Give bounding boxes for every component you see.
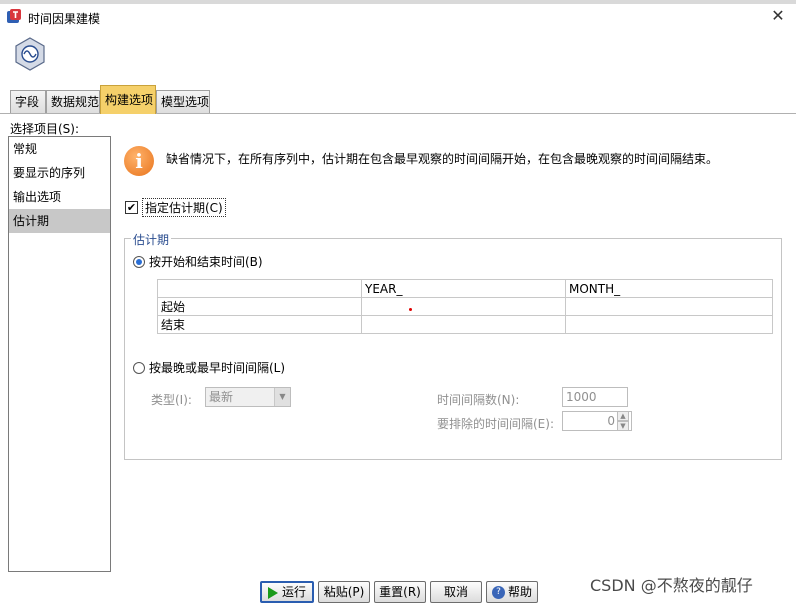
tab-build-options[interactable]: 构建选项: [100, 85, 156, 114]
tab-model-options[interactable]: 模型选项: [156, 90, 210, 113]
spin-up-icon[interactable]: ▲: [617, 411, 629, 421]
dialog-content: 选择项目(S): 常规 要显示的序列 输出选项 估计期 i 缺省情况下，在所有序…: [0, 113, 796, 608]
group-title: 估计期: [131, 231, 172, 248]
spin-down-icon[interactable]: ▼: [617, 421, 629, 431]
table-header-cell: MONTH_: [565, 279, 773, 298]
interval-radio[interactable]: [133, 361, 145, 374]
select-item-label: 选择项目(S):: [10, 122, 80, 136]
list-item-estimation-period[interactable]: 估计期: [9, 209, 110, 233]
paste-button[interactable]: 粘贴(P): [318, 581, 370, 603]
watermark: CSDN @不熬夜的靓仔: [590, 576, 753, 595]
type-select-value: 最新: [209, 390, 234, 404]
tab-fields[interactable]: 字段: [10, 90, 46, 113]
tab-data-spec[interactable]: 数据规范: [46, 90, 100, 113]
help-icon: ?: [491, 586, 505, 599]
info-text: 缺省情况下，在所有序列中，估计期在包含最早观察的时间间隔开始，在包含最晚观察的时…: [166, 152, 719, 166]
specify-period-row[interactable]: ✔ 指定估计期(C): [125, 198, 226, 217]
window-title: 时间因果建模: [28, 12, 101, 26]
table-row: 起始: [157, 297, 773, 316]
reset-button[interactable]: 重置(R): [374, 581, 426, 603]
table-row: 结束: [157, 315, 773, 334]
type-label: 类型(I):: [151, 393, 192, 407]
list-item-output[interactable]: 输出选项: [9, 185, 110, 209]
table-header-row: YEAR_ MONTH_: [157, 279, 773, 298]
list-item-general[interactable]: 常规: [9, 137, 110, 161]
play-icon: [267, 586, 278, 599]
type-select[interactable]: 最新 ▼: [205, 387, 291, 407]
exclude-label: 要排除的时间间隔(E):: [437, 417, 554, 431]
close-button[interactable]: ✕: [768, 6, 788, 26]
specify-period-checkbox[interactable]: ✔: [125, 201, 138, 214]
list-item-series[interactable]: 要显示的序列: [9, 161, 110, 185]
interval-count-input[interactable]: 1000: [562, 387, 628, 407]
title-bar: 时间因果建模 ✕: [0, 4, 796, 30]
table-header-cell: [157, 279, 362, 298]
row-label-start: 起始: [157, 297, 362, 316]
table-header-cell: YEAR_: [361, 279, 566, 298]
estimation-period-group: 估计期 按开始和结束时间(B) YEAR_ MONTH_ 起始 结束 按最晚或最…: [124, 231, 782, 460]
start-end-radio-label[interactable]: 按开始和结束时间(B): [149, 253, 263, 270]
interval-count-label: 时间间隔数(N):: [437, 393, 520, 407]
cancel-button[interactable]: 取消: [430, 581, 482, 603]
start-end-radio-row[interactable]: 按开始和结束时间(B): [133, 253, 263, 270]
cursor-dot: [409, 307, 412, 311]
start-month-cell[interactable]: [565, 297, 773, 316]
model-icon: [15, 37, 45, 71]
help-button[interactable]: ? 帮助: [486, 581, 538, 603]
row-label-end: 结束: [157, 315, 362, 334]
end-month-cell[interactable]: [565, 315, 773, 334]
app-icon: [7, 9, 21, 23]
select-item-list[interactable]: 常规 要显示的序列 输出选项 估计期: [8, 136, 111, 572]
info-icon: i: [124, 146, 154, 176]
run-button[interactable]: 运行: [260, 581, 314, 603]
period-table: YEAR_ MONTH_ 起始 结束: [157, 279, 773, 334]
start-end-radio[interactable]: [133, 255, 145, 268]
interval-radio-label[interactable]: 按最晚或最早时间间隔(L): [149, 359, 285, 376]
exclude-spinner[interactable]: ▲ ▼: [617, 411, 629, 431]
specify-period-label[interactable]: 指定估计期(C): [142, 198, 226, 217]
chevron-down-icon[interactable]: ▼: [274, 388, 290, 406]
interval-radio-row[interactable]: 按最晚或最早时间间隔(L): [133, 359, 285, 376]
end-year-cell[interactable]: [361, 315, 566, 334]
start-year-cell[interactable]: [361, 297, 566, 316]
